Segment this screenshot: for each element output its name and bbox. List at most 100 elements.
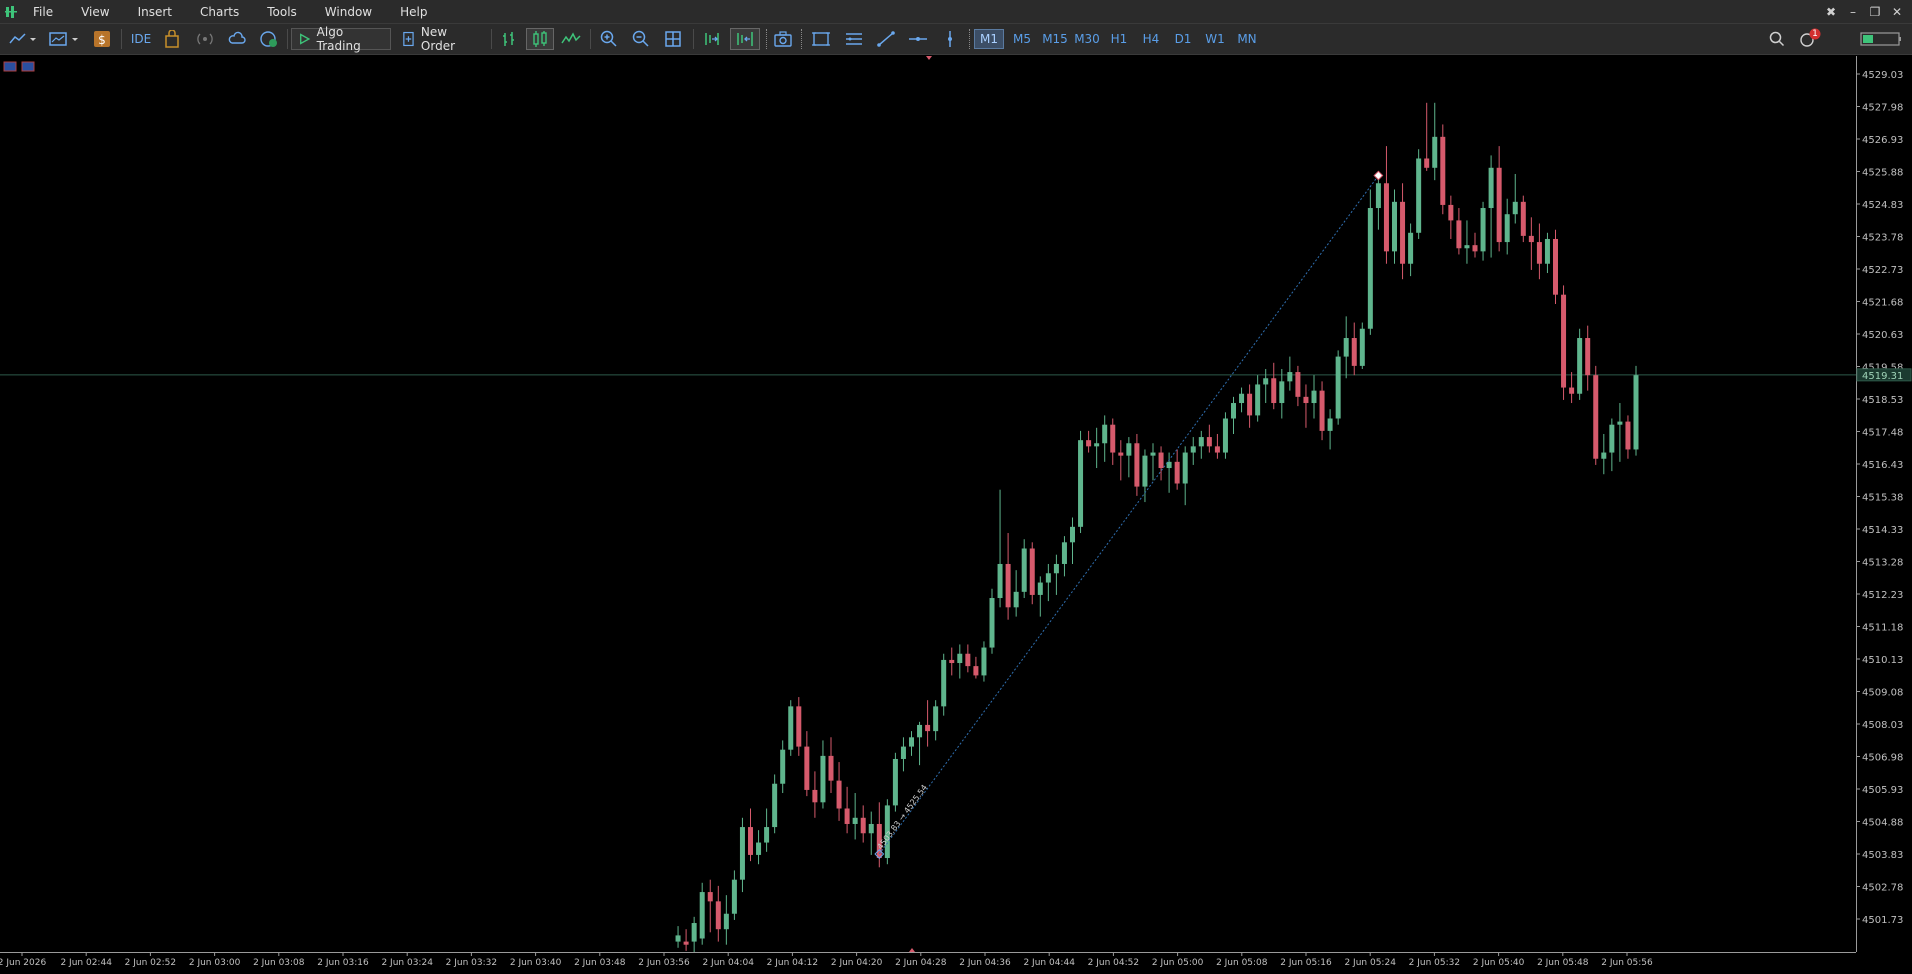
bear-candle [1569,387,1575,394]
notifications-icon[interactable]: 1 [1796,28,1826,50]
tile-windows-icon[interactable] [662,28,684,50]
time-tick-label: 2 Jun 02:44 [60,958,112,968]
menu-help[interactable]: Help [387,0,442,24]
crosshair-frame-icon[interactable] [810,28,832,50]
bear-candle [1086,440,1092,447]
timeframe-mn[interactable]: MN [1232,29,1262,49]
time-tick-label: 2 Jun 04:44 [1023,958,1075,968]
price-tick-label: 4501.73 [1862,915,1903,926]
timeframe-m1[interactable]: M1 [974,29,1004,49]
menu-charts[interactable]: Charts [187,0,254,24]
time-tick-label: 2 Jun 03:16 [317,958,369,968]
bull-candle [1432,136,1438,168]
bull-candle [868,823,874,834]
app-logo-icon[interactable] [2,0,20,24]
minimize-icon[interactable]: – [1842,1,1864,23]
timeframe-d1[interactable]: D1 [1168,29,1198,49]
bull-candle [1094,443,1100,447]
price-tick-label: 4520.63 [1862,330,1903,341]
timeframe-h1[interactable]: H1 [1104,29,1134,49]
bull-candle [1392,201,1397,252]
search-icon[interactable] [1766,28,1788,50]
close-icon[interactable]: ✕ [1886,1,1908,23]
time-tick-label: 2 Jun 04:04 [702,958,754,968]
menu-window[interactable]: Window [312,0,387,24]
chart-area[interactable]: 4529.03 4527.98 4526.93 4525.88 4524.83 4523.… [0,56,1912,974]
market-icon[interactable]: $ [92,28,112,50]
ide-button[interactable]: IDE [128,28,154,50]
trendline-icon[interactable] [875,28,897,50]
bear-candle [949,659,955,664]
price-chart[interactable]: 4529.03 4527.98 4526.93 4525.88 4524.83 4523.… [0,56,1912,974]
timeframe-m30[interactable]: M30 [1070,29,1104,49]
menu-tools[interactable]: Tools [254,0,312,24]
vps-icon[interactable] [258,28,280,50]
line-chart-icon[interactable] [560,28,582,50]
bull-candle [1544,238,1550,264]
bull-candle [909,737,914,747]
algo-trading-button[interactable]: Algo Trading [291,25,391,53]
bull-candle [1053,563,1059,574]
bull-candle [780,749,786,784]
cloud-icon[interactable] [226,28,248,50]
zoom-in-icon[interactable] [598,28,620,50]
bull-candle [1239,393,1245,404]
toolbar-separator [491,29,492,49]
bear-candle [1134,443,1140,487]
zoom-out-icon[interactable] [630,28,652,50]
bull-candle [1021,548,1027,592]
candlestick-icon[interactable] [526,28,554,50]
bull-candle [723,913,729,930]
bear-candle [828,755,834,781]
price-tick-label: 4516.43 [1862,460,1903,471]
bear-candle [1561,294,1567,388]
bull-candle [699,892,705,939]
time-tick-label: 2 Jun 02:52 [125,958,176,968]
horizontal-lines-icon[interactable] [843,28,865,50]
signal-icon[interactable] [194,28,216,50]
shift-marker-bottom [909,948,915,952]
new-order-button[interactable]: New Order [398,25,484,53]
timeframe-w1[interactable]: W1 [1200,29,1230,49]
bear-candle [973,666,979,676]
screenshot-icon[interactable] [772,28,794,50]
auto-scroll-icon[interactable] [730,28,760,50]
price-tick-label: 4508.03 [1862,720,1903,731]
chart-shift-icon[interactable] [700,28,726,50]
time-tick-label: 2 Jun 04:52 [1088,958,1139,968]
time-tick-label: 2 Jun 05:48 [1537,958,1589,968]
time-tick-label: 2 Jun 04:36 [959,958,1011,968]
time-tick-label: 2 Jun 03:56 [638,958,690,968]
bull-candle [1504,214,1510,243]
time-tick-label: 2 Jun 04:20 [831,958,883,968]
bull-candle [1150,452,1156,456]
shopping-bag-icon[interactable] [162,28,182,50]
price-tick-label: 4512.23 [1862,590,1903,601]
bear-candle [812,789,818,803]
price-tick-label: 4518.53 [1862,395,1903,406]
timeframe-m15[interactable]: M15 [1038,29,1072,49]
bar-chart-icon[interactable] [498,28,520,50]
bull-candle [900,746,906,759]
vertical-line-icon[interactable] [939,28,961,50]
bear-candle [796,706,802,747]
menu-view[interactable]: View [68,0,124,24]
menu-file[interactable]: File [20,0,68,24]
connection-status-indicator[interactable] [1860,28,1902,50]
detach-icon[interactable]: ✖ [1820,1,1842,23]
menu-insert[interactable]: Insert [125,0,187,24]
time-tick-label: 2 Jun 04:12 [767,958,818,968]
bull-candle [941,659,947,707]
horizontal-line-icon[interactable] [907,28,929,50]
bear-candle [1520,201,1526,236]
toolbar-separator [693,29,694,49]
bull-candle [1287,372,1293,382]
restore-icon[interactable]: ❐ [1864,1,1886,23]
timeframe-h4[interactable]: H4 [1136,29,1166,49]
chart-type-dropdown[interactable] [6,28,40,50]
time-tick-label: 2 Jun 03:48 [574,958,626,968]
time-tick-label: 2 Jun 03:32 [446,958,497,968]
bull-candle [1037,582,1043,595]
timeframe-m5[interactable]: M5 [1007,29,1037,49]
chart-template-dropdown[interactable] [46,28,82,50]
